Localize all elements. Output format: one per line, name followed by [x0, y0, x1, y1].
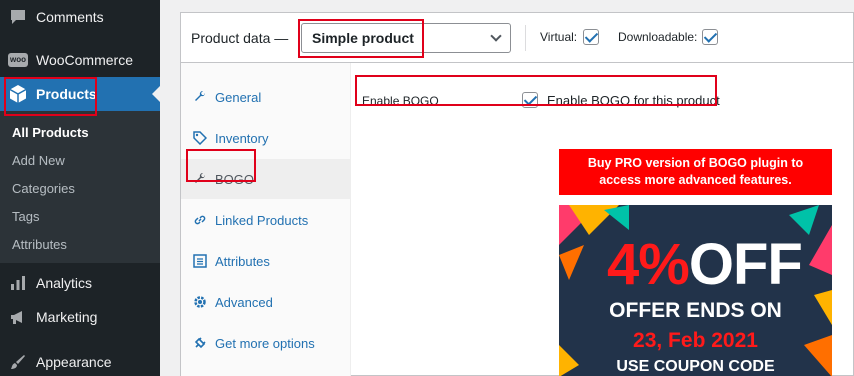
downloadable-label: Downloadable:: [618, 30, 698, 44]
sidebar-item-analytics[interactable]: Analytics: [0, 266, 160, 300]
sidebar-item-marketing[interactable]: Marketing: [0, 300, 160, 334]
discount-headline: 4%OFF: [607, 232, 803, 297]
tab-label: Attributes: [215, 253, 270, 269]
sidebar-item-comments[interactable]: Comments: [0, 0, 160, 34]
offer-date-line: 23, Feb 2021: [633, 329, 758, 352]
product-data-header: Product data — Simple product Virtual: D…: [181, 13, 854, 63]
enable-bogo-checkbox[interactable]: [522, 92, 538, 108]
tab-get-more-options[interactable]: Get more options: [181, 323, 350, 363]
chevron-down-icon: [490, 30, 502, 42]
offer-ends-line: OFFER ENDS ON: [609, 299, 782, 322]
virtual-checkbox[interactable]: [583, 29, 599, 45]
discount-promo-image[interactable]: 4%OFF OFFER ENDS ON 23, Feb 2021 USE COU…: [559, 205, 832, 376]
bogo-panel-content: Enable BOGO Enable BOGO for this product…: [352, 63, 854, 376]
product-type-select[interactable]: Simple product: [301, 23, 511, 53]
product-data-tabs: General Inventory BOGO Linked Products A…: [181, 63, 351, 376]
sidebar-item-label: Comments: [36, 9, 104, 25]
submenu-add-new[interactable]: Add New: [12, 153, 65, 168]
virtual-label: Virtual:: [540, 30, 578, 44]
products-submenu: All Products Add New Categories Tags Att…: [0, 111, 160, 263]
sidebar-item-label: WooCommerce: [36, 52, 133, 68]
analytics-icon: [8, 273, 28, 293]
admin-sidebar: Comments woo WooCommerce Products All Pr…: [0, 0, 160, 376]
product-type-value: Simple product: [312, 30, 414, 46]
megaphone-icon: [8, 307, 28, 327]
sidebar-item-woocommerce[interactable]: woo WooCommerce: [0, 43, 160, 77]
tab-label: Get more options: [215, 335, 315, 351]
list-icon: [193, 254, 207, 268]
tab-bogo[interactable]: BOGO: [181, 159, 350, 199]
tab-label: Linked Products: [215, 212, 309, 228]
sidebar-item-appearance[interactable]: Appearance: [0, 345, 160, 376]
woocommerce-icon: woo: [8, 50, 28, 70]
sidebar-item-products[interactable]: Products: [0, 77, 160, 111]
sidebar-item-label: Products: [36, 86, 97, 102]
comment-icon: [8, 7, 28, 27]
tab-advanced[interactable]: Advanced: [181, 282, 350, 322]
product-data-panel: Product data — Simple product Virtual: D…: [180, 12, 854, 376]
gear-icon: [193, 295, 207, 309]
submenu-tags[interactable]: Tags: [12, 209, 39, 224]
link-icon: [193, 213, 207, 227]
tab-linked-products[interactable]: Linked Products: [181, 200, 350, 240]
tab-label: BOGO: [215, 171, 255, 187]
submenu-attributes[interactable]: Attributes: [12, 237, 67, 252]
sidebar-item-label: Marketing: [36, 309, 98, 325]
tab-label: Inventory: [215, 130, 269, 146]
pro-version-banner[interactable]: Buy PRO version of BOGO plugin to access…: [559, 149, 832, 195]
product-data-title: Product data —: [191, 29, 289, 46]
tab-label: Advanced: [215, 294, 273, 310]
coupon-code-line: USE COUPON CODE: [616, 358, 775, 375]
tab-inventory[interactable]: Inventory: [181, 118, 350, 158]
sidebar-item-label: Appearance: [36, 354, 112, 370]
products-icon: [8, 84, 28, 104]
wrench-icon: [193, 172, 207, 186]
paintbrush-icon: [8, 352, 28, 372]
tab-general[interactable]: General: [181, 77, 350, 117]
tag-icon: [193, 131, 207, 145]
discount-number: 4%: [607, 232, 690, 297]
tab-attributes[interactable]: Attributes: [181, 241, 350, 281]
wrench-icon: [193, 90, 207, 104]
plugin-icon: [193, 336, 207, 350]
enable-bogo-label: Enable BOGO: [362, 94, 439, 108]
enable-bogo-row: Enable BOGO Enable BOGO for this product: [362, 89, 842, 113]
submenu-categories[interactable]: Categories: [12, 181, 75, 196]
downloadable-checkbox[interactable]: [702, 29, 718, 45]
header-divider: [525, 25, 526, 51]
sidebar-item-label: Analytics: [36, 275, 93, 291]
tab-label: General: [215, 89, 262, 105]
enable-bogo-description: Enable BOGO for this product: [547, 93, 720, 108]
discount-word: OFF: [688, 232, 803, 297]
submenu-all-products[interactable]: All Products: [12, 125, 89, 140]
main-content: Product data — Simple product Virtual: D…: [160, 0, 854, 376]
pro-version-text: Buy PRO version of BOGO plugin to access…: [587, 156, 804, 187]
